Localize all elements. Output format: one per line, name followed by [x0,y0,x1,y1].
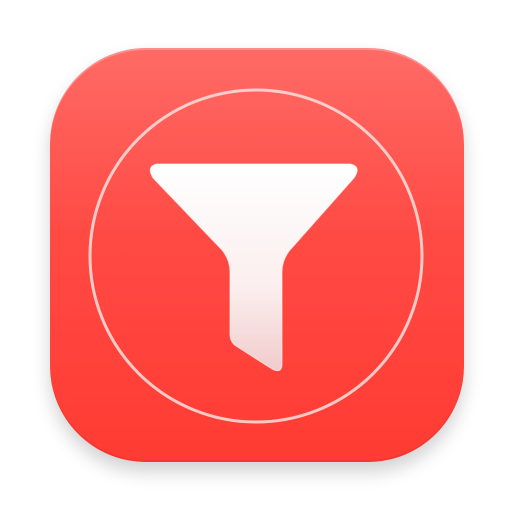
funnel-icon [149,163,358,372]
filter-app-icon [50,48,464,462]
app-icon-artwork [88,88,424,424]
icon-stage [0,0,512,512]
